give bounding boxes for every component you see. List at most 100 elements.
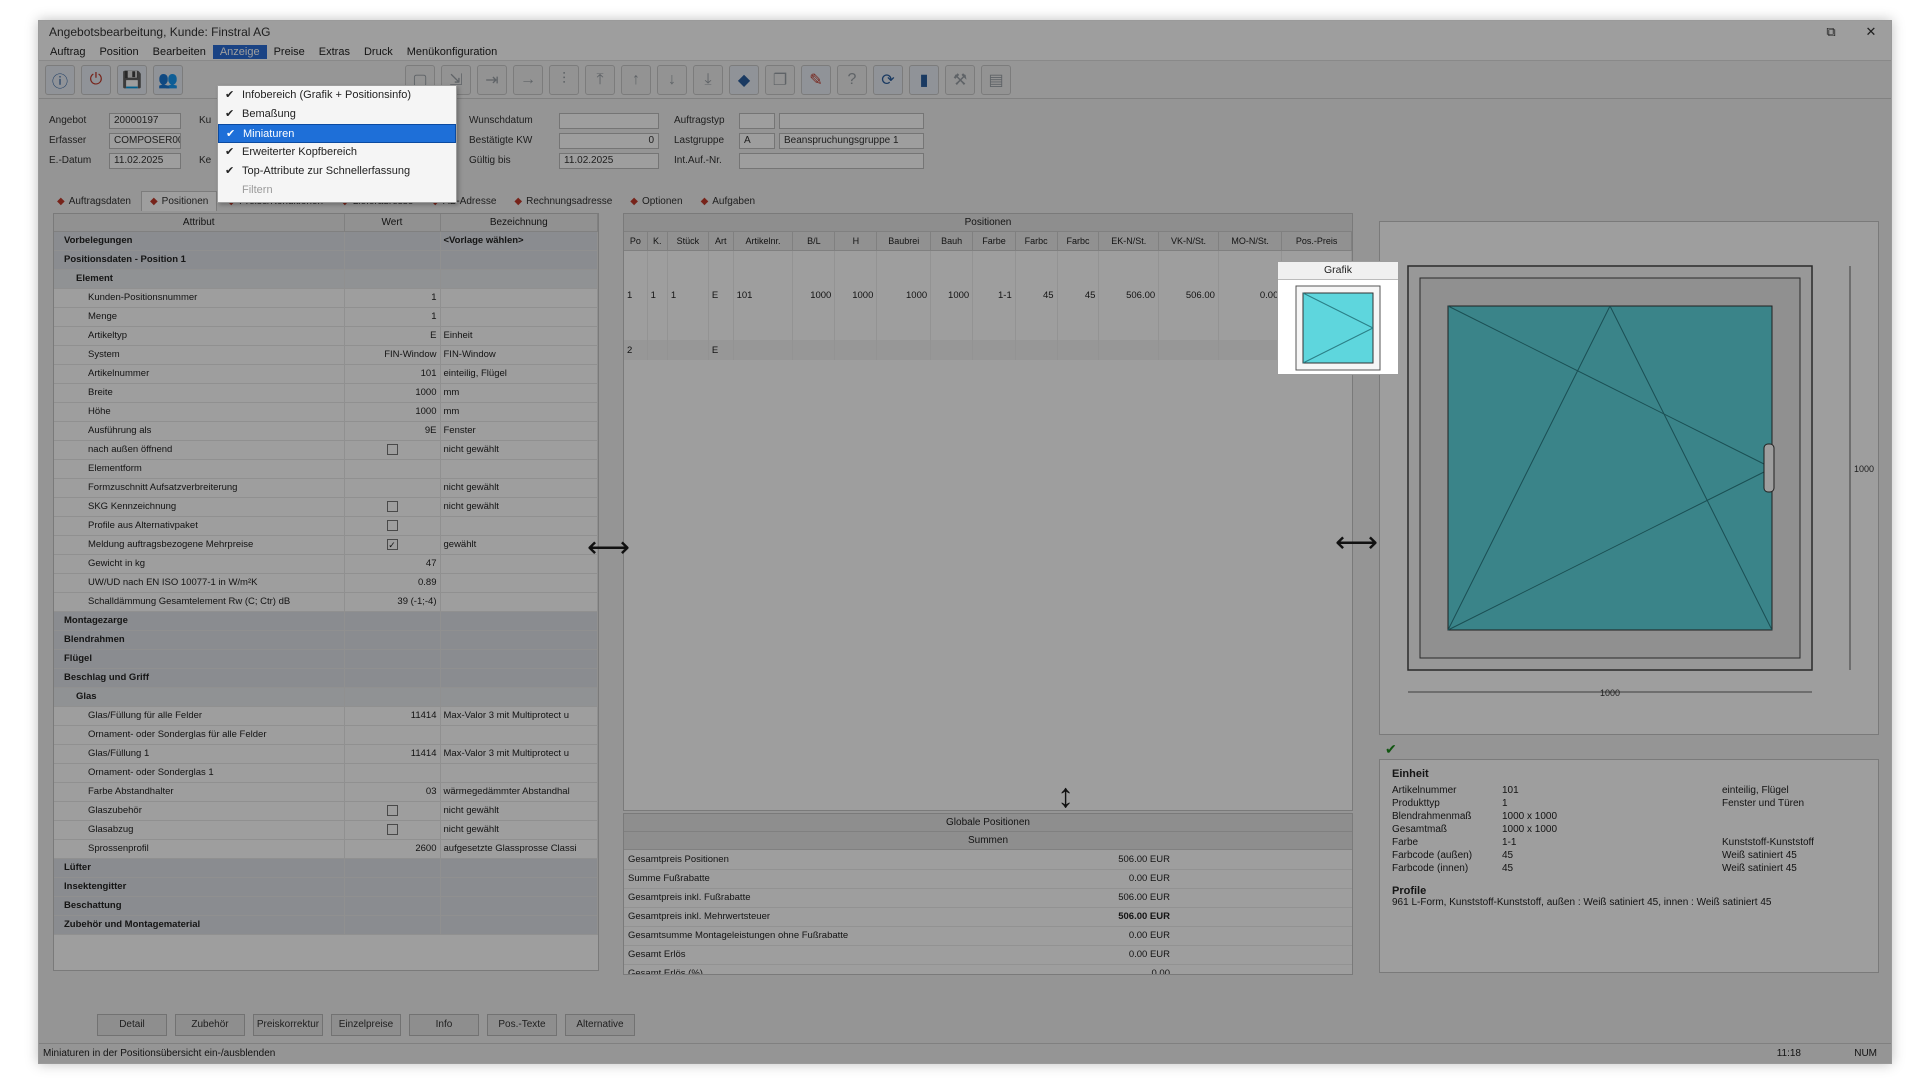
pos-col-header[interactable]: Farbe — [972, 232, 1016, 251]
vertical-resize-arrow[interactable]: ↕ — [1057, 779, 1074, 813]
attribute-value[interactable]: 9E — [344, 421, 441, 441]
attribute-value[interactable]: 1000 — [344, 402, 441, 422]
menu-item-filtern[interactable]: Filtern — [218, 181, 456, 200]
attribute-value[interactable]: E — [344, 326, 441, 346]
edatum-field[interactable]: 11.02.2025 — [109, 153, 181, 169]
attribute-row[interactable]: Zubehör und Montagematerial — [54, 915, 598, 935]
attr-col-bezeichnung[interactable]: Bezeichnung — [440, 214, 598, 232]
detail-button[interactable]: Detail — [97, 1014, 167, 1036]
position-row[interactable]: 2E — [624, 340, 1352, 360]
attribute-row[interactable]: Beschattung — [54, 896, 598, 916]
clipboard-icon[interactable]: ▤ — [981, 64, 1011, 95]
attribute-row[interactable]: Lüfter — [54, 858, 598, 878]
attribute-row[interactable]: Insektengitter — [54, 877, 598, 897]
attribute-value[interactable] — [344, 516, 441, 536]
grafik-thumbnail[interactable] — [1278, 280, 1398, 374]
attribute-value[interactable] — [344, 478, 441, 498]
bestkw-field[interactable]: 0 — [559, 133, 659, 149]
attribute-value[interactable]: 11414 — [344, 744, 441, 764]
attribute-row[interactable]: nach außen öffnend nicht gewählt — [54, 440, 598, 460]
attribute-row[interactable]: Farbe Abstandhalter 03 wärmegedämmter Abst… — [54, 782, 598, 802]
attribute-value[interactable] — [344, 611, 441, 631]
wunschdatum-field[interactable] — [559, 113, 659, 129]
attribute-value[interactable]: 11414 — [344, 706, 441, 726]
preiskorrektur-button[interactable]: Preiskorrektur — [253, 1014, 323, 1036]
pos-col-header[interactable]: VK-N/St. — [1158, 232, 1219, 251]
attribute-value[interactable]: 1000 — [344, 383, 441, 403]
move-icon[interactable]: ⇥ — [477, 64, 507, 95]
attribute-value[interactable] — [344, 820, 441, 840]
attribute-value[interactable] — [344, 250, 441, 270]
zubeh-r-button[interactable]: Zubehör — [175, 1014, 245, 1036]
menu-item-top-attribute-zur-schnellerfassung[interactable]: ✔ Top-Attribute zur Schnellerfassung — [218, 162, 456, 181]
menu-item-bema-ung[interactable]: ✔ Bemaßung — [218, 105, 456, 124]
attribute-checkbox[interactable] — [386, 443, 398, 455]
pos-texte-button[interactable]: Pos.-Texte — [487, 1014, 557, 1036]
horizontal-resize-arrow-left[interactable]: ⟷ — [587, 533, 630, 563]
users-icon[interactable]: 👥 — [153, 64, 183, 95]
menu-item-miniaturen[interactable]: ✔ Miniaturen — [218, 124, 456, 143]
attribute-value[interactable]: 2600 — [344, 839, 441, 859]
attribute-row[interactable]: Höhe 1000 mm — [54, 402, 598, 422]
tab-rechnungsadresse[interactable]: ◆ Rechnungsadresse — [506, 191, 620, 211]
attribute-row[interactable]: Ausführung als 9E Fenster — [54, 421, 598, 441]
top-icon[interactable]: ⤒ — [585, 64, 615, 95]
attribute-value[interactable] — [344, 497, 441, 517]
pos-col-header[interactable]: MO-N/St. — [1218, 232, 1283, 251]
info-button[interactable]: Info — [409, 1014, 479, 1036]
angebot-field[interactable]: 20000197 — [109, 113, 181, 129]
tab-optionen[interactable]: ◆ Optionen — [622, 191, 690, 211]
attr-col-attribut[interactable]: Attribut — [54, 214, 345, 232]
attribute-value[interactable] — [344, 668, 441, 688]
attribute-row[interactable]: Glaszubehör nicht gewählt — [54, 801, 598, 821]
pos-col-header[interactable]: Baubrei — [876, 232, 932, 251]
stop-icon[interactable]: ⏻ — [81, 64, 111, 95]
attr-col-wert[interactable]: Wert — [344, 214, 441, 232]
attribute-value[interactable] — [344, 440, 441, 460]
intauf-field[interactable] — [739, 153, 924, 169]
attribute-row[interactable]: Glas — [54, 687, 598, 707]
menu-bearbeiten[interactable]: Bearbeiten — [146, 45, 213, 59]
attribute-value[interactable] — [344, 649, 441, 669]
tab-positionen[interactable]: ◆ Positionen — [140, 191, 218, 211]
help-icon[interactable]: ? — [837, 64, 867, 95]
bottom-icon[interactable]: ⤓ — [693, 64, 723, 95]
pos-col-header[interactable]: Artikelnr. — [733, 232, 794, 251]
pos-col-header[interactable]: Pos.-Preis — [1281, 232, 1352, 251]
attribute-value[interactable] — [344, 231, 441, 251]
menu-druck[interactable]: Druck — [357, 45, 400, 59]
pos-col-header[interactable]: Stück — [667, 232, 709, 251]
position-row[interactable]: 1 1 1 E 101 1000 1000 1000 1000 1-1 45 45 506.00 506.… — [624, 250, 1352, 340]
attribute-row[interactable]: Gewicht in kg 47 — [54, 554, 598, 574]
attribute-value[interactable] — [344, 896, 441, 916]
attribute-row[interactable]: Profile aus Alternativpaket — [54, 516, 598, 536]
attribute-checkbox[interactable] — [386, 538, 398, 550]
attribute-row[interactable]: Formzuschnitt Aufsatzverbreiterung nicht … — [54, 478, 598, 498]
menu-position[interactable]: Position — [92, 45, 145, 59]
pos-col-header[interactable]: Farbc — [1057, 232, 1100, 251]
restore-icon[interactable]: ⧉ — [1811, 24, 1851, 40]
attribute-row[interactable]: Ornament- oder Sonderglas 1 — [54, 763, 598, 783]
menu-item-infobereich-grafik-positionsinfo-[interactable]: ✔ Infobereich (Grafik + Positionsinfo) — [218, 86, 456, 105]
attribute-row[interactable]: Menge 1 — [54, 307, 598, 327]
attribute-row[interactable]: UW/UD nach EN ISO 10077-1 in W/m²K 0.89 — [54, 573, 598, 593]
attribute-value[interactable]: 0.89 — [344, 573, 441, 593]
attribute-value[interactable] — [344, 535, 441, 555]
attribute-row[interactable]: Meldung auftragsbezogene Mehrpreise gewäh… — [54, 535, 598, 555]
tool-icon[interactable]: ⚒ — [945, 64, 975, 95]
split-icon[interactable]: ⫶ — [549, 64, 579, 95]
attribute-row[interactable]: Schalldämmung Gesamtelement Rw (C; Ctr) … — [54, 592, 598, 612]
attribute-row[interactable]: Element — [54, 269, 598, 289]
menu-auftrag[interactable]: Auftrag — [43, 45, 92, 59]
pos-col-header[interactable]: Po — [624, 232, 648, 251]
pos-col-header[interactable]: EK-N/St. — [1098, 232, 1160, 251]
alternative-button[interactable]: Alternative — [565, 1014, 635, 1036]
attribute-value[interactable]: 101 — [344, 364, 441, 384]
attribute-value[interactable] — [344, 763, 441, 783]
attribute-checkbox[interactable] — [386, 500, 398, 512]
attribute-value[interactable] — [344, 630, 441, 650]
attribute-value[interactable]: FIN-Window — [344, 345, 441, 365]
attribute-value[interactable] — [344, 801, 441, 821]
attribute-value[interactable]: 47 — [344, 554, 441, 574]
global-positions-bar[interactable]: Globale Positionen — [624, 814, 1352, 832]
